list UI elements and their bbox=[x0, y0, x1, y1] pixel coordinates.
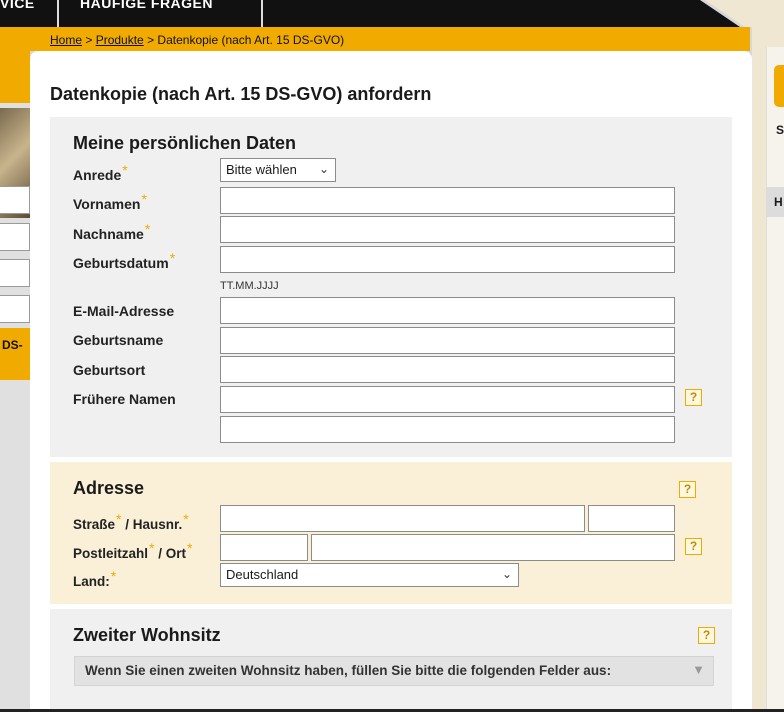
right-sidebar: S H bbox=[752, 27, 784, 712]
left-sidebar-input[interactable] bbox=[0, 186, 30, 214]
second-residence-title: Zweiter Wohnsitz bbox=[73, 625, 221, 645]
breadcrumb-products-link[interactable]: Produkte bbox=[96, 33, 144, 47]
street-input[interactable] bbox=[220, 505, 585, 532]
breadcrumb-home-link[interactable]: Home bbox=[50, 33, 82, 47]
street-label-text: Straße bbox=[73, 517, 116, 532]
left-sidebar-input[interactable] bbox=[0, 223, 30, 251]
nachname-label: Nachname* bbox=[73, 221, 150, 242]
fruehere-namen-label: Frühere Namen bbox=[73, 391, 176, 407]
fruehere-namen-input-2[interactable] bbox=[220, 416, 675, 443]
geburtsdatum-label-text: Geburtsdatum bbox=[73, 255, 169, 271]
page-title: Datenkopie (nach Art. 15 DS-GVO) anforde… bbox=[50, 84, 432, 104]
required-mark: * bbox=[144, 221, 151, 237]
nav-corner-decoration-inner bbox=[705, 0, 784, 27]
city-input[interactable] bbox=[311, 534, 675, 561]
chevron-down-icon: ⌄ bbox=[318, 162, 329, 176]
right-sidebar-text: S bbox=[776, 123, 784, 137]
nav-item-service[interactable]: VICE bbox=[0, 0, 40, 27]
email-label: E-Mail-Adresse bbox=[73, 303, 175, 319]
required-mark: * bbox=[110, 568, 117, 584]
geburtsdatum-input[interactable] bbox=[220, 246, 675, 273]
help-icon[interactable]: ? bbox=[698, 627, 715, 644]
nav-item-faq-label: HÄUFIGE FRAGEN bbox=[80, 0, 213, 11]
breadcrumb-separator: > bbox=[82, 33, 96, 47]
right-sidebar-panel bbox=[766, 47, 784, 712]
geburtsort-label: Geburtsort bbox=[73, 362, 146, 378]
breadcrumb-current: Datenkopie (nach Art. 15 DS-GVO) bbox=[157, 33, 345, 47]
right-sidebar-heading: H bbox=[766, 187, 784, 217]
plz-ort-label: Postleitzahl* / Ort* bbox=[73, 540, 192, 561]
geburtsort-input[interactable] bbox=[220, 356, 675, 383]
top-navigation: VICE HÄUFIGE FRAGEN bbox=[0, 0, 784, 27]
help-icon[interactable]: ? bbox=[685, 389, 702, 406]
second-residence-expander[interactable]: Wenn Sie einen zweiten Wohnsitz haben, f… bbox=[74, 656, 714, 686]
nav-separator bbox=[261, 0, 263, 27]
help-icon[interactable]: ? bbox=[679, 481, 696, 498]
land-label: Land:* bbox=[73, 568, 116, 589]
required-mark: * bbox=[141, 191, 147, 207]
country-select-value: Deutschland bbox=[226, 567, 299, 582]
housenumber-input[interactable] bbox=[588, 505, 675, 532]
right-sidebar-heading-label: H bbox=[774, 195, 783, 209]
breadcrumb-separator: > bbox=[143, 33, 158, 47]
vornamen-label: Vornamen* bbox=[73, 191, 147, 212]
housenr-label-text: / Hausnr. bbox=[121, 517, 183, 532]
geburtsname-label: Geburtsname bbox=[73, 332, 164, 348]
required-mark: * bbox=[186, 540, 193, 556]
anrede-label-text: Anrede bbox=[73, 167, 122, 183]
ort-label-text: / Ort bbox=[154, 546, 186, 561]
required-mark: * bbox=[183, 511, 189, 527]
vornamen-input[interactable] bbox=[220, 187, 675, 214]
breadcrumb: Home > Produkte > Datenkopie (nach Art. … bbox=[50, 33, 344, 47]
country-select[interactable]: Deutschland ⌄ bbox=[220, 563, 519, 587]
chevron-down-icon: ⌄ bbox=[501, 567, 512, 581]
plz-label-text: Postleitzahl bbox=[73, 546, 149, 561]
street-label: Straße* / Hausnr.* bbox=[73, 511, 189, 532]
fruehere-namen-input-1[interactable] bbox=[220, 386, 675, 413]
nav-separator bbox=[57, 0, 59, 27]
nav-item-service-label: VICE bbox=[0, 0, 35, 11]
right-sidebar-button[interactable] bbox=[774, 65, 784, 107]
help-icon[interactable]: ? bbox=[685, 538, 702, 555]
required-mark: * bbox=[122, 162, 128, 178]
required-mark: * bbox=[169, 250, 176, 266]
land-label-text: Land: bbox=[73, 574, 110, 589]
left-sidebar: DS- bbox=[0, 51, 30, 712]
anrede-select[interactable]: Bitte wählen ⌄ bbox=[220, 158, 336, 182]
second-residence-expander-text: Wenn Sie einen zweiten Wohnsitz haben, f… bbox=[85, 663, 612, 678]
left-sidebar-tab[interactable]: DS- bbox=[0, 328, 30, 380]
left-sidebar-input[interactable] bbox=[0, 259, 30, 287]
left-sidebar-tab-label: DS- bbox=[2, 338, 23, 352]
triangle-down-icon: ▼ bbox=[692, 662, 705, 677]
left-sidebar-header bbox=[0, 51, 30, 103]
left-sidebar-input[interactable] bbox=[0, 295, 30, 323]
main-content: Datenkopie (nach Art. 15 DS-GVO) anforde… bbox=[30, 51, 752, 712]
address-section: Adresse ? Straße* / Hausnr.* Postleitzah… bbox=[50, 462, 732, 604]
geburtsname-input[interactable] bbox=[220, 327, 675, 354]
address-title: Adresse bbox=[73, 478, 145, 498]
personal-data-section: Meine persönlichen Daten Anrede* Bitte w… bbox=[50, 117, 732, 457]
personal-data-title: Meine persönlichen Daten bbox=[73, 133, 297, 153]
nachname-input[interactable] bbox=[220, 216, 675, 243]
geburtsdatum-label: Geburtsdatum* bbox=[73, 250, 175, 271]
anrede-label: Anrede* bbox=[73, 162, 128, 183]
postcode-input[interactable] bbox=[220, 534, 308, 561]
email-input[interactable] bbox=[220, 297, 675, 324]
anrede-select-value: Bitte wählen bbox=[226, 162, 297, 177]
second-residence-section: Zweiter Wohnsitz ? Wenn Sie einen zweite… bbox=[50, 609, 732, 712]
vornamen-label-text: Vornamen bbox=[73, 196, 141, 212]
nav-item-faq[interactable]: HÄUFIGE FRAGEN bbox=[80, 0, 260, 27]
geburtsdatum-hint: TT.MM.JJJJ bbox=[220, 280, 279, 292]
nachname-label-text: Nachname bbox=[73, 226, 144, 242]
